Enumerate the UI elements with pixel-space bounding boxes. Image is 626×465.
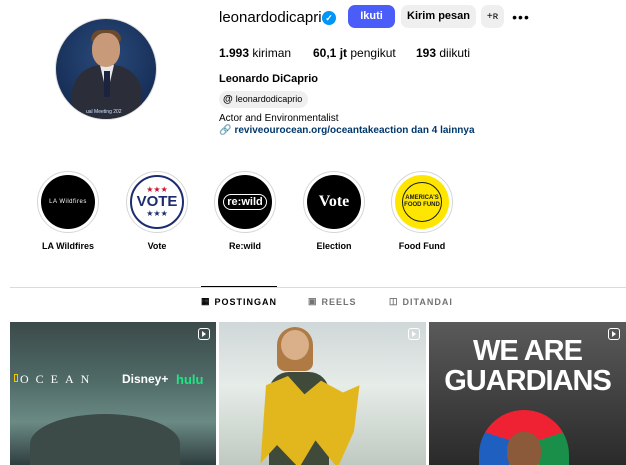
person-face	[507, 432, 541, 465]
posts-count-value: 1.993	[219, 46, 250, 60]
highlight-ring: Vote	[303, 171, 365, 233]
highlight-rewild[interactable]: re:wild Re:wild	[205, 171, 285, 251]
disney-logo: Disney+	[122, 372, 169, 386]
followers-count-value: 60,1 jt	[313, 46, 348, 60]
highlight-ring: ★★★ VOTE ★★★	[126, 171, 188, 233]
reel-icon	[608, 328, 620, 340]
more-icon: •••	[512, 8, 530, 25]
followers-count-label: pengikut	[350, 46, 396, 60]
tab-reels[interactable]: ▣ REELS	[308, 296, 357, 307]
following-count[interactable]: 193 diikuti	[416, 46, 470, 60]
post-title: OCEAN	[20, 372, 97, 386]
followers-count[interactable]: 60,1 jt pengikut	[313, 46, 396, 60]
highlight-label: Election	[316, 241, 352, 251]
profile-bio: Actor and Environmentalist	[219, 113, 339, 124]
avatar-face	[92, 33, 120, 67]
highlight-ring: re:wild	[214, 171, 276, 233]
tagged-icon: ◫	[389, 296, 399, 306]
reels-icon: ▣	[308, 296, 318, 306]
avatar-tie	[104, 71, 110, 97]
following-count-value: 193	[416, 46, 437, 60]
highlight-cover: AMERICA'S FOOD FUND	[395, 175, 449, 229]
highlight-label: Food Fund	[398, 241, 446, 251]
reel-icon	[198, 328, 210, 340]
tab-label: POSTINGAN	[214, 296, 278, 307]
highlight-cover-text: VOTE	[136, 193, 178, 210]
tab-posts[interactable]: ▦ POSTINGAN	[201, 286, 278, 307]
person-face	[281, 330, 309, 360]
more-options-button[interactable]: •••	[510, 5, 532, 28]
highlight-cover: LA Wildfires	[41, 175, 95, 229]
threads-icon: @	[223, 94, 233, 105]
following-count-label: diikuti	[439, 46, 471, 60]
hulu-logo: hulu	[176, 372, 204, 387]
highlight-label: Vote	[147, 241, 167, 251]
profile-link-text: reviveourocean.org/oceantakeaction dan 4…	[234, 125, 475, 136]
highlight-ring: AMERICA'S FOOD FUND	[391, 171, 453, 233]
highlight-la-wildfires[interactable]: LA Wildfires LA Wildfires	[28, 171, 108, 251]
highlight-cover: Vote	[307, 175, 361, 229]
message-button[interactable]: Kirim pesan	[401, 5, 476, 28]
reel-icon	[408, 328, 420, 340]
suggest-accounts-button[interactable]: +ʀ	[481, 5, 504, 28]
profile-full-name: Leonardo DiCaprio	[219, 73, 319, 85]
profile-avatar[interactable]: ual Meeting 202	[55, 18, 157, 120]
food-fund-logo: AMERICA'S FOOD FUND	[402, 182, 442, 222]
post-tile[interactable]	[219, 322, 426, 465]
highlight-label: Re:wild	[228, 241, 261, 251]
verified-badge-icon: ✓	[322, 11, 336, 25]
post-title: WE ARE GUARDIANS	[444, 335, 612, 397]
highlight-label: LA Wildfires	[41, 241, 95, 251]
highlight-election[interactable]: Vote Election	[294, 171, 374, 251]
threads-handle: leonardodicaprio	[235, 94, 303, 104]
tab-label: DITANDAI	[402, 296, 453, 307]
tab-tagged[interactable]: ◫ DITANDAI	[389, 296, 453, 307]
tabs-divider	[10, 287, 626, 288]
highlight-ring: LA Wildfires	[37, 171, 99, 233]
post-tile[interactable]: WE ARE GUARDIANS	[429, 322, 626, 465]
avatar-caption: ual Meeting 202	[86, 109, 122, 115]
tab-label: REELS	[321, 296, 357, 307]
profile-username: leonardodicaprio	[219, 9, 330, 26]
rewild-logo: re:wild	[223, 194, 267, 210]
add-person-icon: +ʀ	[486, 11, 499, 22]
highlight-food-fund[interactable]: AMERICA'S FOOD FUND Food Fund	[382, 171, 462, 251]
stars-icon: ★★★	[146, 209, 168, 218]
highlight-cover: re:wild	[218, 175, 272, 229]
posts-count: 1.993 kiriman	[219, 46, 291, 60]
link-icon: 🔗	[219, 125, 232, 136]
grid-icon: ▦	[201, 296, 211, 306]
nat-geo-logo	[14, 374, 18, 382]
threads-link[interactable]: @ leonardodicaprio	[219, 91, 309, 108]
profile-link[interactable]: 🔗 reviveourocean.org/oceantakeaction dan…	[219, 125, 475, 136]
post-tile[interactable]: OCEAN Disney+ hulu	[10, 322, 216, 465]
posts-count-label: kiriman	[252, 46, 292, 60]
follow-button[interactable]: Ikuti	[348, 5, 395, 28]
highlight-vote[interactable]: ★★★ VOTE ★★★ Vote	[117, 171, 197, 251]
seal-image	[30, 414, 180, 465]
highlight-cover: ★★★ VOTE ★★★	[130, 175, 184, 229]
